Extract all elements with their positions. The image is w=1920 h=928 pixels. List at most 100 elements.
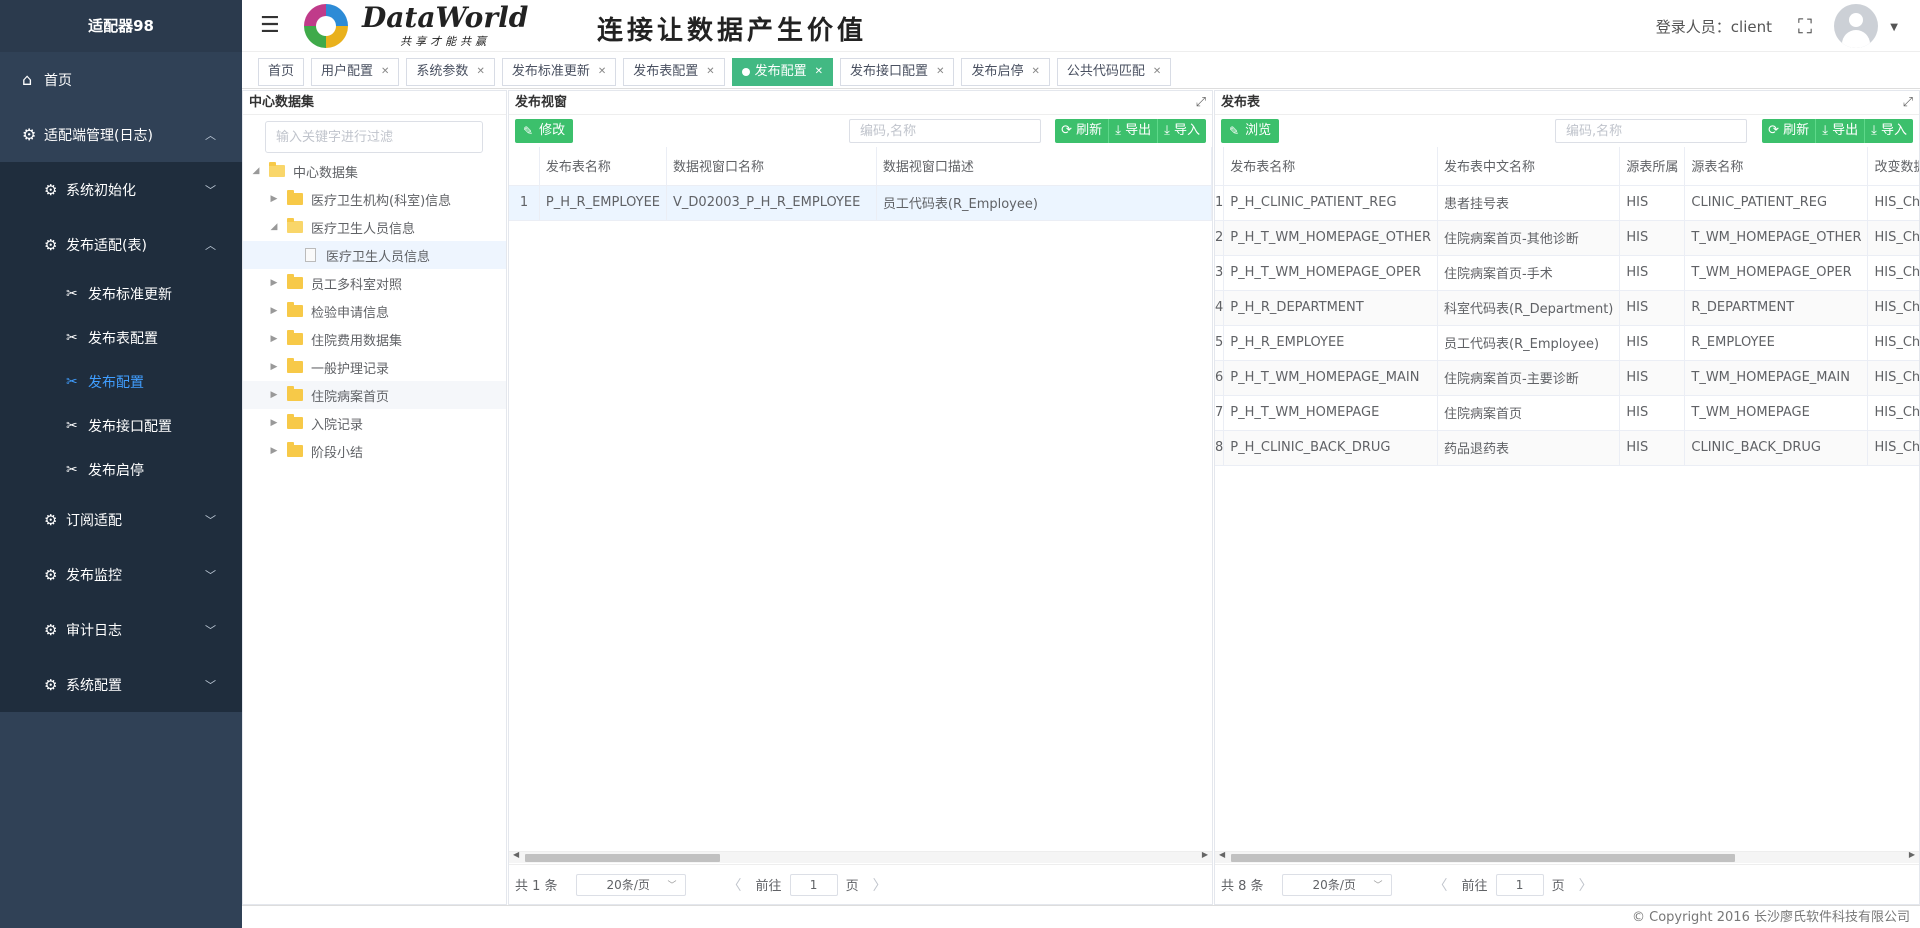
column-header[interactable]: 数据视窗口描述 <box>876 147 1212 186</box>
caret-right-icon[interactable]: ▶ <box>267 334 281 344</box>
close-icon[interactable]: ✕ <box>476 59 484 85</box>
table-row[interactable]: 1 P_H_CLINIC_PATIENT_REG 患者挂号表 HIS CLINIC_PA… <box>1215 185 1919 221</box>
close-icon[interactable]: ✕ <box>1153 59 1161 85</box>
sidebar-item-publish-standard-update[interactable]: ✂ 发布标准更新 <box>0 272 242 316</box>
close-icon[interactable]: ✕ <box>381 59 389 85</box>
tree-node[interactable]: ▶ 医疗卫生机构(科室)信息 <box>243 185 506 213</box>
scroll-left-icon[interactable]: ◀ <box>513 850 519 859</box>
browse-button[interactable]: ✎ 浏览 <box>1221 119 1280 143</box>
tag-publish-config[interactable]: 发布配置 ✕ <box>731 58 834 86</box>
tree-node[interactable]: ▶ 住院费用数据集 <box>243 325 506 353</box>
caret-right-icon[interactable]: ▶ <box>267 390 281 400</box>
page-jump-input[interactable] <box>1495 873 1544 896</box>
close-icon[interactable]: ✕ <box>936 59 944 85</box>
tree-filter-input[interactable] <box>265 121 483 153</box>
edit-button[interactable]: ✎ 修改 <box>515 119 574 143</box>
close-icon[interactable]: ✕ <box>706 59 714 85</box>
caret-right-icon[interactable]: ▶ <box>267 362 281 372</box>
close-icon[interactable]: ✕ <box>598 59 606 85</box>
caret-right-icon[interactable]: ▶ <box>267 278 281 288</box>
tree-node[interactable]: ▶ 住院病案首页 <box>243 381 506 409</box>
refresh-button[interactable]: ⟳ 刷新 <box>1055 119 1109 143</box>
fullscreen-icon[interactable]: ⛶ <box>1798 14 1812 38</box>
page-size-select[interactable]: 20条/页 ﹀ <box>1281 873 1392 896</box>
tree-node-leaf[interactable]: 医疗卫生人员信息 <box>243 241 506 269</box>
import-button[interactable]: ⤓ 导入 <box>1157 119 1206 143</box>
sidebar-item-adapter-mgmt[interactable]: ⚙ 适配端管理(日志) ︿ <box>0 107 242 162</box>
tree-node[interactable]: ◢ 医疗卫生人员信息 <box>243 213 506 241</box>
table-row[interactable]: 4 P_H_R_DEPARTMENT 科室代码表(R_Department) HIS R… <box>1215 290 1919 326</box>
sidebar-item-sysconfig[interactable]: ⚙ 系统配置 ﹀ <box>0 657 242 712</box>
sidebar-item-publish-config[interactable]: ✂ 发布配置 <box>0 360 242 404</box>
close-icon[interactable]: ✕ <box>815 59 823 85</box>
caret-down-icon[interactable]: ◢ <box>267 222 281 232</box>
scroll-right-icon[interactable]: ▶ <box>1202 850 1208 859</box>
column-header[interactable]: 源表所属 <box>1619 147 1686 186</box>
column-header[interactable]: 发布表中文名称 <box>1437 147 1621 186</box>
column-header[interactable]: 数据视窗口名称 <box>666 147 877 186</box>
hamburger-icon[interactable]: ☰ <box>260 13 280 38</box>
caret-right-icon[interactable]: ▶ <box>267 446 281 456</box>
tree-node[interactable]: ▶ 阶段小结 <box>243 437 506 465</box>
sidebar-item-subscribe[interactable]: ⚙ 订阅适配 ﹀ <box>0 492 242 547</box>
table-row[interactable]: 8 P_H_CLINIC_BACK_DRUG 药品退药表 HIS CLINIC_BACK… <box>1215 430 1919 466</box>
prev-page-icon[interactable]: 〈 <box>1434 875 1448 895</box>
sidebar-item-publish-adapt[interactable]: ⚙ 发布适配(表) ︿ <box>0 217 242 272</box>
tag-publish-interface-config[interactable]: 发布接口配置 ✕ <box>840 58 955 86</box>
column-header[interactable]: 发布表名称 <box>1223 147 1439 186</box>
expand-icon[interactable]: ⤢ <box>1903 91 1913 115</box>
tag-sys-params[interactable]: 系统参数 ✕ <box>406 58 495 86</box>
page-jump-input[interactable] <box>789 873 838 896</box>
tag-publish-start-stop[interactable]: 发布启停 ✕ <box>961 58 1050 86</box>
refresh-button[interactable]: ⟳ 刷新 <box>1762 119 1816 143</box>
expand-icon[interactable]: ⤢ <box>1196 91 1206 115</box>
tree-node[interactable]: ▶ 一般护理记录 <box>243 353 506 381</box>
search-input[interactable] <box>849 119 1041 143</box>
sidebar-item-publish-start-stop[interactable]: ✂ 发布启停 <box>0 448 242 492</box>
tag-publish-standard-update[interactable]: 发布标准更新 ✕ <box>501 58 617 86</box>
sidebar-item-home[interactable]: ⌂ 首页 <box>0 52 242 107</box>
caret-right-icon[interactable]: ▶ <box>267 194 281 204</box>
scroll-left-icon[interactable]: ◀ <box>1219 850 1225 859</box>
scrollbar-thumb[interactable] <box>1231 854 1735 862</box>
export-button[interactable]: ⤓ 导出 <box>1815 119 1865 143</box>
table-row[interactable]: 3 P_H_T_WM_HOMEPAGE_OPER 住院病案首页-手术 HIS T_WM_… <box>1215 255 1919 291</box>
table-row[interactable]: 5 P_H_R_EMPLOYEE 员工代码表(R_Employee) HIS R_EMP… <box>1215 325 1919 361</box>
caret-down-icon[interactable]: ◢ <box>249 166 263 176</box>
column-header[interactable]: 发布表名称 <box>539 147 668 186</box>
caret-right-icon[interactable]: ▶ <box>267 306 281 316</box>
search-input[interactable] <box>1555 119 1747 143</box>
sidebar-item-sys-init[interactable]: ⚙ 系统初始化 ﹀ <box>0 162 242 217</box>
avatar[interactable] <box>1834 4 1878 48</box>
sidebar-item-monitor[interactable]: ⚙ 发布监控 ﹀ <box>0 547 242 602</box>
tag-public-code-match[interactable]: 公共代码匹配 ✕ <box>1056 58 1172 86</box>
next-page-icon[interactable]: 〉 <box>1579 875 1593 895</box>
sidebar-item-audit[interactable]: ⚙ 审计日志 ﹀ <box>0 602 242 657</box>
tag-user-config[interactable]: 用户配置 ✕ <box>311 58 400 86</box>
caret-right-icon[interactable]: ▶ <box>267 418 281 428</box>
tag-home[interactable]: 首页 <box>258 58 305 86</box>
horizontal-scrollbar[interactable]: ◀ ▶ <box>509 850 1212 863</box>
table-row[interactable]: 2 P_H_T_WM_HOMEPAGE_OTHER 住院病案首页-其他诊断 HIS T_… <box>1215 220 1919 256</box>
tree-node-root[interactable]: ◢ 中心数据集 <box>243 157 506 185</box>
import-button[interactable]: ⤓ 导入 <box>1864 119 1913 143</box>
tree-node[interactable]: ▶ 检验申请信息 <box>243 297 506 325</box>
column-header[interactable]: 源表名称 <box>1684 147 1869 186</box>
sidebar-item-publish-interface-config[interactable]: ✂ 发布接口配置 <box>0 404 242 448</box>
scroll-right-icon[interactable]: ▶ <box>1909 850 1915 859</box>
table-row[interactable]: 6 P_H_T_WM_HOMEPAGE_MAIN 住院病案首页-主要诊断 HIS T_W… <box>1215 360 1919 396</box>
scrollbar-thumb[interactable] <box>525 854 720 862</box>
tree-node[interactable]: ▶ 入院记录 <box>243 409 506 437</box>
tag-publish-table-config[interactable]: 发布表配置 ✕ <box>623 58 725 86</box>
export-button[interactable]: ⤓ 导出 <box>1108 119 1158 143</box>
table-row[interactable]: 7 P_H_T_WM_HOMEPAGE 住院病案首页 HIS T_WM_HOMEPAGE… <box>1215 395 1919 431</box>
next-page-icon[interactable]: 〉 <box>873 875 887 895</box>
column-header[interactable]: 改变数据集 <box>1867 147 1919 186</box>
tree-node[interactable]: ▶ 员工多科室对照 <box>243 269 506 297</box>
sidebar-item-publish-table-config[interactable]: ✂ 发布表配置 <box>0 316 242 360</box>
caret-down-icon[interactable]: ▼ <box>1890 22 1898 33</box>
horizontal-scrollbar[interactable]: ◀ ▶ <box>1215 850 1919 863</box>
table-row[interactable]: 1 P_H_R_EMPLOYEE V_D02003_P_H_R_EMPLOYEE… <box>509 185 1212 221</box>
prev-page-icon[interactable]: 〈 <box>728 875 742 895</box>
page-size-select[interactable]: 20条/页 ﹀ <box>575 873 686 896</box>
